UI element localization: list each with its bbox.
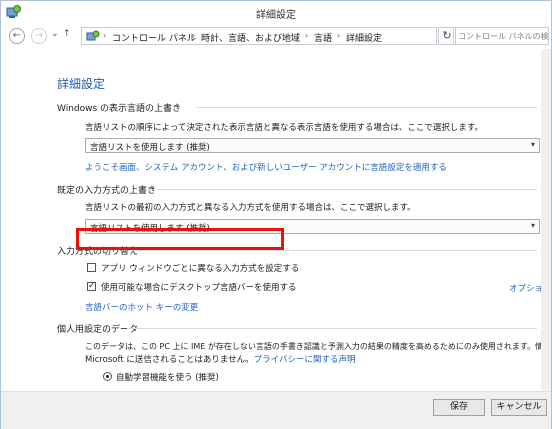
- section-divider: [157, 189, 537, 190]
- forward-button[interactable]: →: [31, 28, 47, 44]
- per-app-input-method-checkbox[interactable]: [87, 263, 96, 272]
- per-app-input-method-label: アプリ ウィンドウごとに異なる入力方式を設定する: [101, 264, 300, 274]
- breadcrumb-separator: ›: [103, 31, 107, 40]
- vertical-scrollbar[interactable]: [541, 49, 551, 391]
- search-input[interactable]: コントロール パネルの検索: [453, 27, 549, 45]
- breadcrumb-separator: ›: [192, 31, 196, 40]
- breadcrumb-separator: ›: [305, 31, 309, 40]
- recent-locations-dropdown-icon[interactable]: ⌄: [51, 29, 59, 39]
- chevron-down-icon: ▾: [530, 140, 535, 149]
- save-button[interactable]: 保存: [433, 399, 485, 416]
- footer-bar: 保存 キャンセル: [1, 391, 551, 429]
- control-panel-icon: [86, 30, 100, 41]
- back-button[interactable]: ←: [9, 28, 25, 44]
- input-method-description: 言語リストの最初の入力方式と異なる入力方式を使用する場合は、ここで選択します。: [85, 203, 416, 213]
- language-bar-hotkey-link[interactable]: 言語バーのホット キーの変更: [85, 301, 198, 313]
- display-language-select[interactable]: 言語リストを使用します (推奨) ▾: [85, 138, 540, 153]
- cancel-button[interactable]: キャンセル: [491, 399, 547, 416]
- personalization-section-title: 個人用設定のデータ: [57, 325, 139, 335]
- highlight-box: [76, 228, 284, 250]
- auto-learning-radio[interactable]: [103, 372, 112, 381]
- personalization-description-line1: このデータは、この PC 上に IME が存在しない言語の手書き認識と予測入力の…: [85, 342, 551, 351]
- window-title: 詳細設定: [256, 10, 296, 21]
- privacy-statement-link[interactable]: プライバシーに関する声明: [254, 355, 356, 365]
- breadcrumb-control-panel[interactable]: コントロール パネル: [112, 31, 196, 44]
- breadcrumb-advanced-settings[interactable]: 詳細設定: [346, 31, 382, 44]
- breadcrumb-clock-language-region[interactable]: 時計、言語、および地域: [201, 31, 300, 44]
- personalization-description-line2: Microsoft に送信されることはありません。プライバシーに関する声明: [85, 355, 356, 365]
- up-button[interactable]: ↑: [63, 29, 71, 39]
- breadcrumb[interactable]: › コントロール パネル › 時計、言語、および地域 › 言語 › 詳細設定: [81, 27, 437, 45]
- apply-language-settings-link[interactable]: ようこそ画面、システム アカウント、および新しいユーザー アカウントに言語設定を…: [85, 161, 447, 173]
- input-method-section-title: 既定の入力方式の上書き: [57, 186, 157, 196]
- page-title: 詳細設定: [57, 77, 106, 91]
- settings-window: 詳細設定 ← → ⌄ ↑ › コントロール パネル › 時計、言語、および地域 …: [0, 0, 552, 429]
- section-divider: [131, 250, 537, 251]
- breadcrumb-language[interactable]: 言語: [314, 31, 332, 44]
- display-language-select-value: 言語リストを使用します (推奨): [90, 143, 210, 153]
- desktop-language-bar-checkbox[interactable]: ✓: [87, 282, 96, 291]
- display-language-section-title: Windows の表示言語の上書き: [57, 104, 182, 114]
- section-divider: [197, 107, 537, 108]
- display-language-description: 言語リストの順序によって決定された表示言語と異なる表示言語を使用する場合は、ここ…: [85, 123, 483, 133]
- breadcrumb-separator: ›: [337, 31, 341, 40]
- settings-content: 詳細設定 Windows の表示言語の上書き 言語リストの順序によって決定された…: [1, 49, 551, 391]
- address-bar-row: ← → ⌄ ↑ › コントロール パネル › 時計、言語、および地域 › 言語 …: [1, 25, 551, 47]
- auto-learning-label: 自動学習機能を使う (推奨): [116, 373, 219, 383]
- chevron-down-icon: ▾: [530, 221, 535, 230]
- desktop-language-bar-label: 使用可能な場合にデスクトップ言語バーを使用する: [101, 283, 297, 293]
- section-divider: [127, 328, 537, 329]
- title-bar: 詳細設定: [1, 1, 551, 23]
